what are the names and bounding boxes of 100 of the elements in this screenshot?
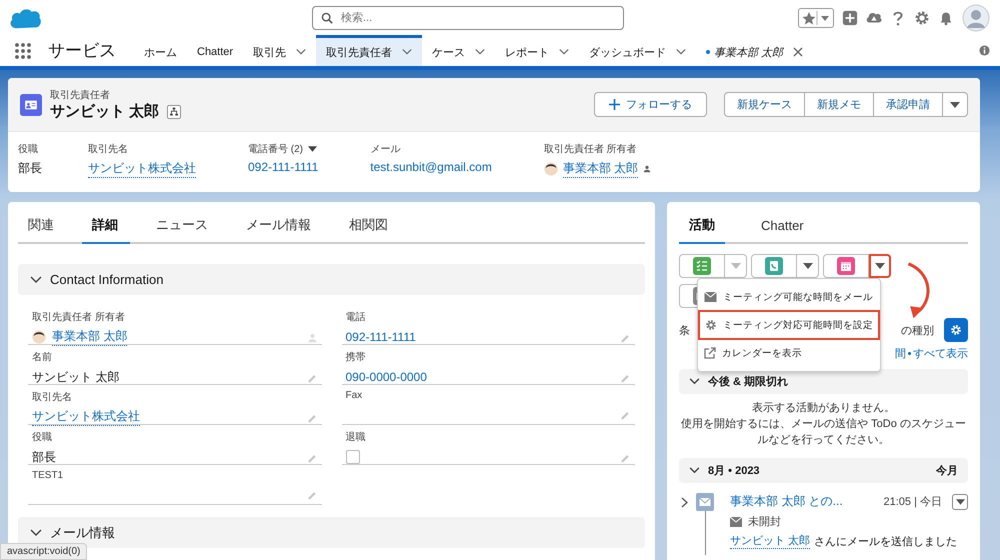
bell-icon[interactable] (938, 10, 954, 26)
settings-icon[interactable] (914, 10, 930, 26)
action-button[interactable]: 新規ケース (724, 92, 805, 117)
search-field[interactable]: 検索... (312, 6, 624, 30)
nav-tab[interactable]: ホーム (134, 35, 187, 66)
field-label: 電話番号 (2) (248, 142, 303, 156)
nav-tab[interactable]: レポート (495, 35, 580, 66)
task-action-button[interactable] (679, 254, 725, 278)
detail-tab[interactable]: メール情報 (236, 208, 323, 244)
field-label: 役職 (18, 142, 38, 156)
activity-title-link[interactable]: 事業本部 太郎 との... (730, 493, 843, 510)
caret-icon[interactable] (308, 146, 317, 152)
event-action-button[interactable] (823, 254, 869, 278)
owner-link[interactable]: 事業本部 太郎 (562, 160, 638, 178)
detail-tab[interactable]: 詳細 (82, 208, 130, 244)
star-icon (801, 10, 831, 26)
nav-tab[interactable]: ケース (422, 35, 496, 66)
nav-tab[interactable]: 事業本部 太郎 (696, 35, 814, 66)
search-icon (321, 12, 333, 24)
menu-item[interactable]: カレンダーを表示 (698, 339, 880, 367)
dropdown-button[interactable] (797, 254, 819, 278)
field-link[interactable]: 092-111-1111 (248, 160, 318, 174)
activity-tab[interactable]: Chatter (751, 208, 814, 244)
account-link[interactable]: サンビット株式会社 (88, 160, 196, 178)
field-label: 取引先名 (32, 390, 73, 404)
field-value: 部長 (18, 160, 42, 177)
section-header[interactable]: メール情報 (18, 517, 645, 548)
dropdown-button[interactable] (869, 254, 891, 278)
action-button[interactable]: 新規メモ (804, 92, 874, 117)
period-label: 今月 (936, 464, 958, 478)
user-avatar-icon (32, 330, 46, 344)
caret-icon (730, 263, 740, 269)
plus-icon (609, 99, 620, 110)
hierarchy-icon[interactable] (167, 104, 182, 118)
status-bar: avascript:void(0) (0, 543, 88, 560)
field-label: 取引先責任者 所有者 (544, 142, 637, 156)
owner-link[interactable]: 事業本部 太郎 (52, 328, 128, 346)
app-name: サービス (48, 40, 116, 62)
section-header[interactable]: 今後 & 期限切れ (679, 369, 968, 394)
activity-time: 21:05 | 今日 (884, 495, 942, 509)
checkbox[interactable] (346, 450, 360, 464)
email-icon (696, 493, 714, 511)
chevron-down-icon[interactable] (559, 47, 570, 57)
external-link-icon (704, 347, 716, 359)
record-name: サンビット 太郎 (50, 102, 160, 121)
field-label: 退職 (346, 430, 366, 444)
field-value: 部長 (32, 448, 56, 466)
avatar-icon[interactable] (962, 4, 990, 32)
field-link[interactable]: test.sunbit@gmail.com (370, 160, 492, 174)
caret-icon (874, 263, 884, 269)
change-owner-icon[interactable] (643, 165, 652, 173)
field-value: サンビット 太郎 (32, 368, 120, 386)
menu-item[interactable]: ミーティング対応可能時間を設定 (699, 311, 879, 339)
chevron-down-icon[interactable] (296, 47, 306, 57)
envelope-icon (730, 516, 742, 526)
settings-icon (705, 319, 717, 331)
action-button[interactable]: 承認申請 (873, 92, 943, 117)
expand-icon[interactable] (681, 497, 688, 508)
favorites-button[interactable] (798, 8, 834, 28)
activity-tab[interactable]: 活動 (679, 208, 725, 244)
recipient-link[interactable]: サンビット 太郎 (730, 533, 810, 549)
nav-tab[interactable]: Chatter (187, 35, 244, 66)
detail-tab[interactable]: 相関図 (339, 208, 400, 244)
field-label: 携帯 (346, 350, 366, 364)
info-icon[interactable] (979, 45, 990, 56)
chevron-down-icon[interactable] (676, 47, 686, 57)
chevron-down-icon[interactable] (402, 47, 412, 57)
account-link[interactable]: サンビット株式会社 (32, 408, 140, 426)
section-header[interactable]: 8月 • 2023 今月 (679, 458, 968, 483)
nav-tab[interactable]: 取引先責任者 (316, 35, 422, 66)
detail-tab[interactable]: 関連 (18, 208, 66, 244)
show-all-link[interactable]: すべて表示 (913, 346, 968, 361)
nav-tab[interactable]: 取引先 (243, 35, 316, 66)
chevron-icon (689, 467, 700, 474)
field-label: 取引先責任者 所有者 (32, 310, 126, 324)
detail-tab[interactable]: ニュース (146, 208, 220, 244)
plus-icon[interactable] (842, 10, 858, 26)
settings-button[interactable] (944, 318, 968, 342)
empty-message: 表示する活動がありません。 (752, 401, 895, 416)
bullet-icon (908, 352, 911, 355)
app-launcher-icon[interactable] (14, 42, 32, 60)
section-header[interactable]: Contact Information (18, 264, 645, 295)
nav-tab[interactable]: ダッシュボード (579, 35, 696, 66)
field-label: 名前 (32, 351, 53, 364)
empty-message: 使用を開始するには、メールの送信や ToDo のスケジュールなどを行ってください。 (680, 417, 967, 448)
field-label: メール (370, 143, 400, 156)
close-icon[interactable] (793, 47, 804, 57)
filter-link[interactable]: 間 (895, 346, 906, 361)
menu-item[interactable]: ミーティング可能な時間をメール (698, 283, 880, 311)
status-text: 未開封 (748, 515, 781, 529)
filter-text: 条 (679, 324, 690, 338)
caret-icon (950, 102, 960, 108)
chevron-down-icon[interactable] (475, 47, 486, 57)
phone-link[interactable]: 090-0000-0000 (346, 370, 427, 384)
user-avatar-icon (544, 162, 558, 176)
follow-button[interactable]: フォローする (594, 92, 707, 117)
item-menu-button[interactable] (952, 494, 968, 510)
more-actions-button[interactable] (942, 92, 968, 117)
field-label: TEST1 (32, 470, 64, 481)
phone-link[interactable]: 092-111-1111 (346, 330, 416, 344)
